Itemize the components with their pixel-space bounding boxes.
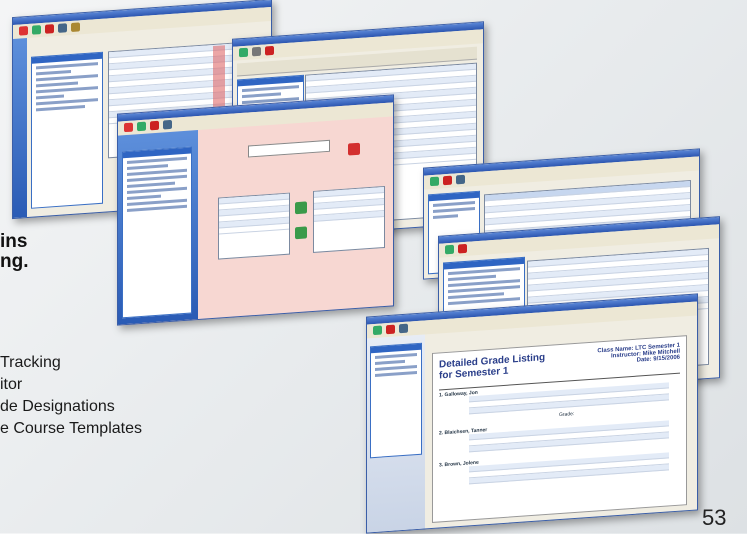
toolbar-icon[interactable] xyxy=(443,175,452,186)
toolbar-icon[interactable] xyxy=(45,24,54,34)
edit-panel-header xyxy=(248,139,330,158)
toolbar-icon[interactable] xyxy=(163,119,172,130)
course-tree[interactable] xyxy=(31,51,103,209)
toolbar-icon[interactable] xyxy=(458,243,467,254)
toolbar-icon[interactable] xyxy=(445,244,454,255)
screenshot-assignment-editor xyxy=(117,94,394,326)
toolbar-icon[interactable] xyxy=(430,176,439,187)
toolbar-icon[interactable] xyxy=(71,22,80,32)
sidebar xyxy=(13,38,27,219)
feature-item: de Designations xyxy=(0,398,115,415)
feature-item: itor xyxy=(0,376,23,393)
toolbar-icon[interactable] xyxy=(386,324,395,335)
assigned-list[interactable] xyxy=(313,185,385,253)
toolbar-icon[interactable] xyxy=(265,45,274,56)
toolbar-icon[interactable] xyxy=(124,122,133,133)
headline: ins ng. xyxy=(0,232,29,272)
add-button[interactable] xyxy=(295,201,307,215)
feature-list: Tracking itor de Designations e Course T… xyxy=(0,352,142,440)
toolbar-icon[interactable] xyxy=(252,46,261,57)
toolbar-icon[interactable] xyxy=(32,25,41,35)
available-list[interactable] xyxy=(218,192,290,260)
headline-line: ins xyxy=(0,231,28,252)
toolbar-icon[interactable] xyxy=(239,47,248,58)
feature-item: e Course Templates xyxy=(0,420,142,437)
page-number: 53 xyxy=(702,505,727,530)
toolbar-icon[interactable] xyxy=(373,325,382,336)
delete-icon[interactable] xyxy=(348,142,360,156)
toolbar-icon[interactable] xyxy=(456,174,465,185)
sidebar xyxy=(118,130,198,325)
report-document: Detailed Grade Listing for Semester 1 Cl… xyxy=(432,335,687,523)
category-tree[interactable] xyxy=(122,146,192,319)
toolbar-icon[interactable] xyxy=(399,323,408,334)
toolbar-icon[interactable] xyxy=(150,120,159,131)
headline-line: ng. xyxy=(0,251,29,272)
toolbar-icon[interactable] xyxy=(137,121,146,132)
feature-item: Tracking xyxy=(0,354,61,371)
remove-button[interactable] xyxy=(295,226,307,240)
screenshot-grade-listing: Detailed Grade Listing for Semester 1 Cl… xyxy=(366,293,698,534)
report-sidebar xyxy=(367,334,425,533)
toolbar-icon[interactable] xyxy=(19,25,28,36)
toolbar-icon[interactable] xyxy=(58,23,67,33)
report-list[interactable] xyxy=(370,342,422,459)
